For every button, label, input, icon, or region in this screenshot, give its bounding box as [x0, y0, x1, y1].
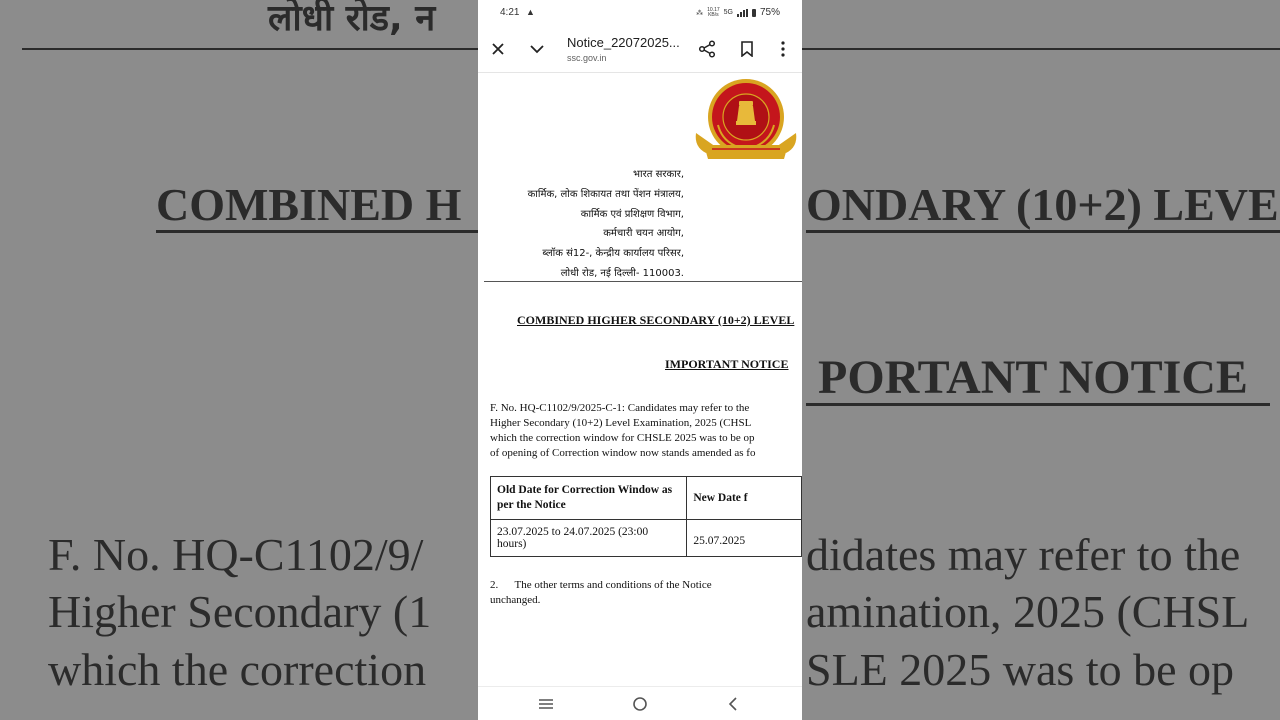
- network-speed-unit: KB/s: [708, 11, 719, 18]
- status-bar: 4:21 ▲ ⁂ 10.17 KB/s 5G 75%: [478, 0, 802, 26]
- paragraph-line-3: which the correction window for CHSLE 20…: [490, 432, 755, 444]
- home-button[interactable]: [628, 695, 652, 713]
- paragraph-line-2: Higher Secondary (10+2) Level Examinatio…: [490, 417, 752, 429]
- recents-button[interactable]: [534, 695, 558, 713]
- bookmark-icon: [741, 41, 753, 57]
- bg-underline-2: [806, 230, 1280, 233]
- table-cell-new-date: 25.07.2025: [686, 519, 802, 557]
- address-line-4: कर्मचारी चयन आयोग,: [603, 228, 684, 239]
- paragraph-line-4: of opening of Correction window now stan…: [490, 447, 756, 459]
- battery-level: 75%: [759, 7, 780, 18]
- document-url: ssc.gov.in: [567, 53, 607, 63]
- address-line-1: भारत सरकार,: [633, 169, 684, 180]
- network-type: 5G: [723, 9, 733, 16]
- table-header-new-date: New Date f: [686, 476, 802, 520]
- share-icon: [698, 40, 716, 58]
- header-divider: [484, 281, 802, 282]
- bg-line-5b: amination, 2025 (CHSL: [806, 586, 1250, 637]
- bg-underline-1: [156, 230, 478, 233]
- status-time: 4:21: [500, 7, 520, 18]
- bg-line-1: लोधी रोड, न: [268, 0, 436, 39]
- address-line-2: कार्मिक, लोक शिकायत तथा पेंशन मंत्रालय,: [527, 189, 684, 200]
- more-vert-icon: [781, 41, 785, 57]
- bg-line-6b: SLE 2025 was to be op: [806, 644, 1235, 695]
- system-nav-bar: [478, 686, 802, 720]
- bg-line-4a: F. No. HQ-C1102/9/: [48, 529, 424, 580]
- home-icon: [633, 697, 647, 711]
- bg-line-6a: which the correction: [48, 644, 427, 695]
- table-header-row: Old Date for Correction Window as per th…: [489, 476, 802, 520]
- share-button[interactable]: [697, 39, 717, 59]
- app-bar: Notice_22072025... ssc.gov.in: [478, 26, 802, 73]
- bg-underline-3: [806, 403, 1270, 406]
- recents-icon: [539, 699, 553, 709]
- chevron-down-icon: [530, 45, 544, 54]
- table-row: 23.07.2025 to 24.07.2025 (23:00 hours) 2…: [489, 519, 802, 557]
- table-header-old-date: Old Date for Correction Window as per th…: [489, 476, 688, 520]
- bg-line-2: COMBINED H: [156, 179, 462, 230]
- dates-table: Old Date for Correction Window as per th…: [489, 476, 802, 557]
- close-button[interactable]: [488, 39, 508, 59]
- point-2-line-2: unchanged.: [490, 594, 541, 606]
- battery-icon: [751, 8, 756, 17]
- important-notice-heading: IMPORTANT NOTICE: [665, 357, 789, 371]
- address-line-5: ब्लॉक सं12-, केन्द्रीय कार्यालय परिसर,: [542, 248, 684, 259]
- phone-screen: 4:21 ▲ ⁂ 10.17 KB/s 5G 75% Notice_220720…: [478, 0, 802, 720]
- more-options-button[interactable]: [773, 39, 793, 59]
- document-title: Notice_22072025...: [567, 35, 680, 50]
- ssc-emblem: [695, 79, 797, 159]
- paragraph-line-1: F. No. HQ-C1102/9/2025-C-1: Candidates m…: [490, 402, 750, 414]
- exam-heading: COMBINED HIGHER SECONDARY (10+2) LEVEL: [517, 313, 795, 327]
- alert-icon: ▲: [526, 7, 535, 17]
- close-icon: [492, 43, 504, 55]
- address-line-3: कार्मिक एवं प्रशिक्षण विभाग,: [580, 209, 684, 220]
- back-button[interactable]: [721, 695, 745, 713]
- point-2-line-1: 2. The other terms and conditions of the…: [490, 579, 712, 591]
- bg-line-3: PORTANT NOTICE: [818, 351, 1248, 404]
- bg-line-2b: ONDARY (10+2) LEVE: [806, 179, 1279, 230]
- signal-icon: [736, 8, 748, 17]
- network-speed: 10.17 KB/s: [707, 7, 720, 18]
- bg-line-5a: Higher Secondary (1: [48, 586, 432, 637]
- table-cell-old-date: 23.07.2025 to 24.07.2025 (23:00 hours): [489, 519, 688, 557]
- status-indicators: ⁂ 10.17 KB/s 5G 75%: [696, 7, 780, 18]
- pdf-viewer[interactable]: भारत सरकार, कार्मिक, लोक शिकायत तथा पेंश…: [478, 73, 802, 685]
- volte-icon: ⁂: [696, 9, 704, 17]
- address-line-6: लोधी रोड, नई दिल्ली- 110003.: [560, 268, 684, 279]
- bookmark-button[interactable]: [737, 39, 757, 59]
- collapse-button[interactable]: [527, 39, 547, 59]
- back-icon: [728, 697, 737, 711]
- bg-line-4b: didates may refer to the: [806, 529, 1241, 580]
